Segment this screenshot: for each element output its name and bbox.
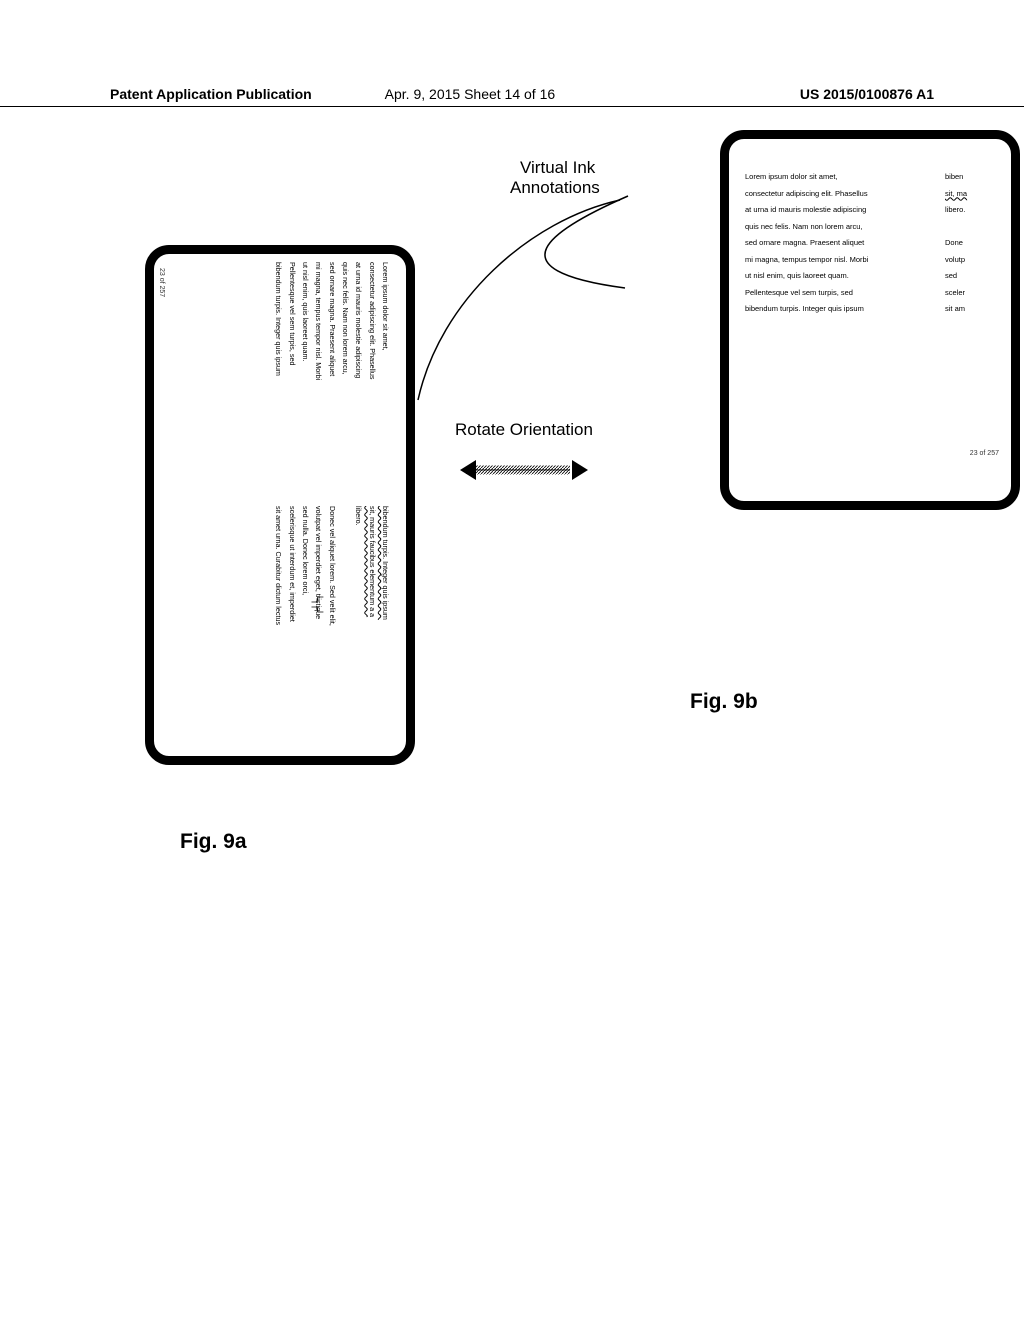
text-line: Lorem ipsum dolor sit amet, xyxy=(379,262,392,504)
text-line: bibendum turpis. Integer quis ipsum xyxy=(379,506,392,748)
text-line: sed ornare magna. Praesent aliquet xyxy=(325,262,338,504)
page-right: bibendum turpis. Integer quis ipsum sit, … xyxy=(160,506,392,748)
rotate-label: Rotate Orientation xyxy=(455,420,593,440)
text-left: sed ornare magna. Praesent aliquet xyxy=(745,235,915,252)
text-left: ut nisl enim, quis laoreet quam. xyxy=(745,268,915,285)
text-left: Pellentesque vel sem turpis, sed xyxy=(745,285,915,302)
ink-annotation: sit, ma xyxy=(945,189,967,198)
text-line: bibendum turpis. Integer quis ipsum xyxy=(272,262,285,504)
text-right-crop: sit, ma xyxy=(945,186,967,203)
header-left: Patent Application Publication xyxy=(110,86,385,102)
text-left: mi magna, tempus tempor nisl. Morbi xyxy=(745,252,915,269)
page-single: Lorem ipsum dolor sit amet,bibenconsecte… xyxy=(729,139,1011,501)
figure-area: Lorem ipsum dolor sit amet,consectetur a… xyxy=(110,150,920,870)
text-line xyxy=(339,506,352,748)
annotation-pointer-icon xyxy=(410,190,640,410)
page-header: Patent Application Publication Apr. 9, 2… xyxy=(0,82,1024,107)
text-line: Pellentesque vel sem turpis, sed sceler xyxy=(745,285,1001,302)
text-left: quis nec felis. Nam non lorem arcu, xyxy=(745,219,915,236)
ink-scribble-icon: ╰╮╭╯ xyxy=(311,594,322,614)
page-left: Lorem ipsum dolor sit amet,consectetur a… xyxy=(160,262,392,504)
device-fig-9b: Lorem ipsum dolor sit amet,bibenconsecte… xyxy=(720,130,1020,510)
text-right-crop: biben xyxy=(945,169,963,186)
rotate-arrow-icon xyxy=(460,450,590,490)
text-left: at urna id mauris molestie adipiscing xyxy=(745,202,915,219)
text-line: libero. xyxy=(352,506,365,748)
text-line: at urna id mauris molestie adipiscing xyxy=(352,262,365,504)
text-right-crop: sit am xyxy=(945,301,965,318)
text-line: mi magna, tempus tempor nisl. Morbi volut… xyxy=(745,252,1001,269)
page-number-b: 23 of 257 xyxy=(970,446,999,461)
text-line: sed ornare magna. Praesent aliquet Done xyxy=(745,235,1001,252)
text-right-crop: Done xyxy=(945,235,963,252)
virtual-ink-label: Virtual Ink xyxy=(520,158,595,178)
text-line: scelerisque ut interdum et, imperdiet xyxy=(286,506,299,748)
ink-annotation: bibendum turpis. Integer quis ipsum xyxy=(381,506,390,620)
text-line: consectetur adipiscing elit. Phasellus xyxy=(365,262,378,504)
text-right-crop: volutp xyxy=(945,252,965,269)
text-line: Pellentesque vel sem turpis, sed xyxy=(286,262,299,504)
text-right-crop: libero. xyxy=(945,202,965,219)
text-line: ut nisl enim, quis laoreet quam. sed xyxy=(745,268,1001,285)
text-line: consectetur adipiscing elit. Phasellus si… xyxy=(745,186,1001,203)
text-line: sed nulla. Donec lorem orci, xyxy=(299,506,312,748)
text-line: sit amet urna. Curabitur dictum lectus xyxy=(272,506,285,748)
text-right-crop: sed xyxy=(945,268,957,285)
page-number-a: 23 of 257 xyxy=(158,268,165,297)
header-mid: Apr. 9, 2015 Sheet 14 of 16 xyxy=(385,86,660,102)
device-fig-9a: Lorem ipsum dolor sit amet,consectetur a… xyxy=(145,245,415,765)
text-right-crop: sceler xyxy=(945,285,965,302)
fig-9b-label: Fig. 9b xyxy=(690,690,758,714)
header-right: US 2015/0100876 A1 xyxy=(659,86,934,102)
annotations-label: Annotations xyxy=(510,178,600,198)
ink-annotation: sit, mauris faucibus elementum a a xyxy=(368,506,377,617)
fig-9a-label: Fig. 9a xyxy=(180,830,247,854)
text-line: sit, mauris faucibus elementum a a xyxy=(365,506,378,748)
text-line: ut nisl enim, quis laoreet quam. xyxy=(299,262,312,504)
two-page-spread: Lorem ipsum dolor sit amet,consectetur a… xyxy=(154,254,406,756)
text-line: Lorem ipsum dolor sit amet, biben xyxy=(745,169,1001,186)
text-line: quis nec felis. Nam non lorem arcu, xyxy=(745,219,1001,236)
text-left: Lorem ipsum dolor sit amet, xyxy=(745,169,915,186)
text-left: consectetur adipiscing elit. Phasellus xyxy=(745,186,915,203)
text-line: at urna id mauris molestie adipiscing lib… xyxy=(745,202,1001,219)
text-line: bibendum turpis. Integer quis ipsum sit a… xyxy=(745,301,1001,318)
text-line: mi magna, tempus tempor nisl. Morbi xyxy=(312,262,325,504)
text-line: volutpat vel imperdiet eget, tristique xyxy=(312,506,325,748)
text-left: bibendum turpis. Integer quis ipsum xyxy=(745,301,915,318)
text-line: quis nec felis. Nam non lorem arcu, xyxy=(339,262,352,504)
text-line: Donec vel aliquet lorem. Sed velit elit, xyxy=(325,506,338,748)
